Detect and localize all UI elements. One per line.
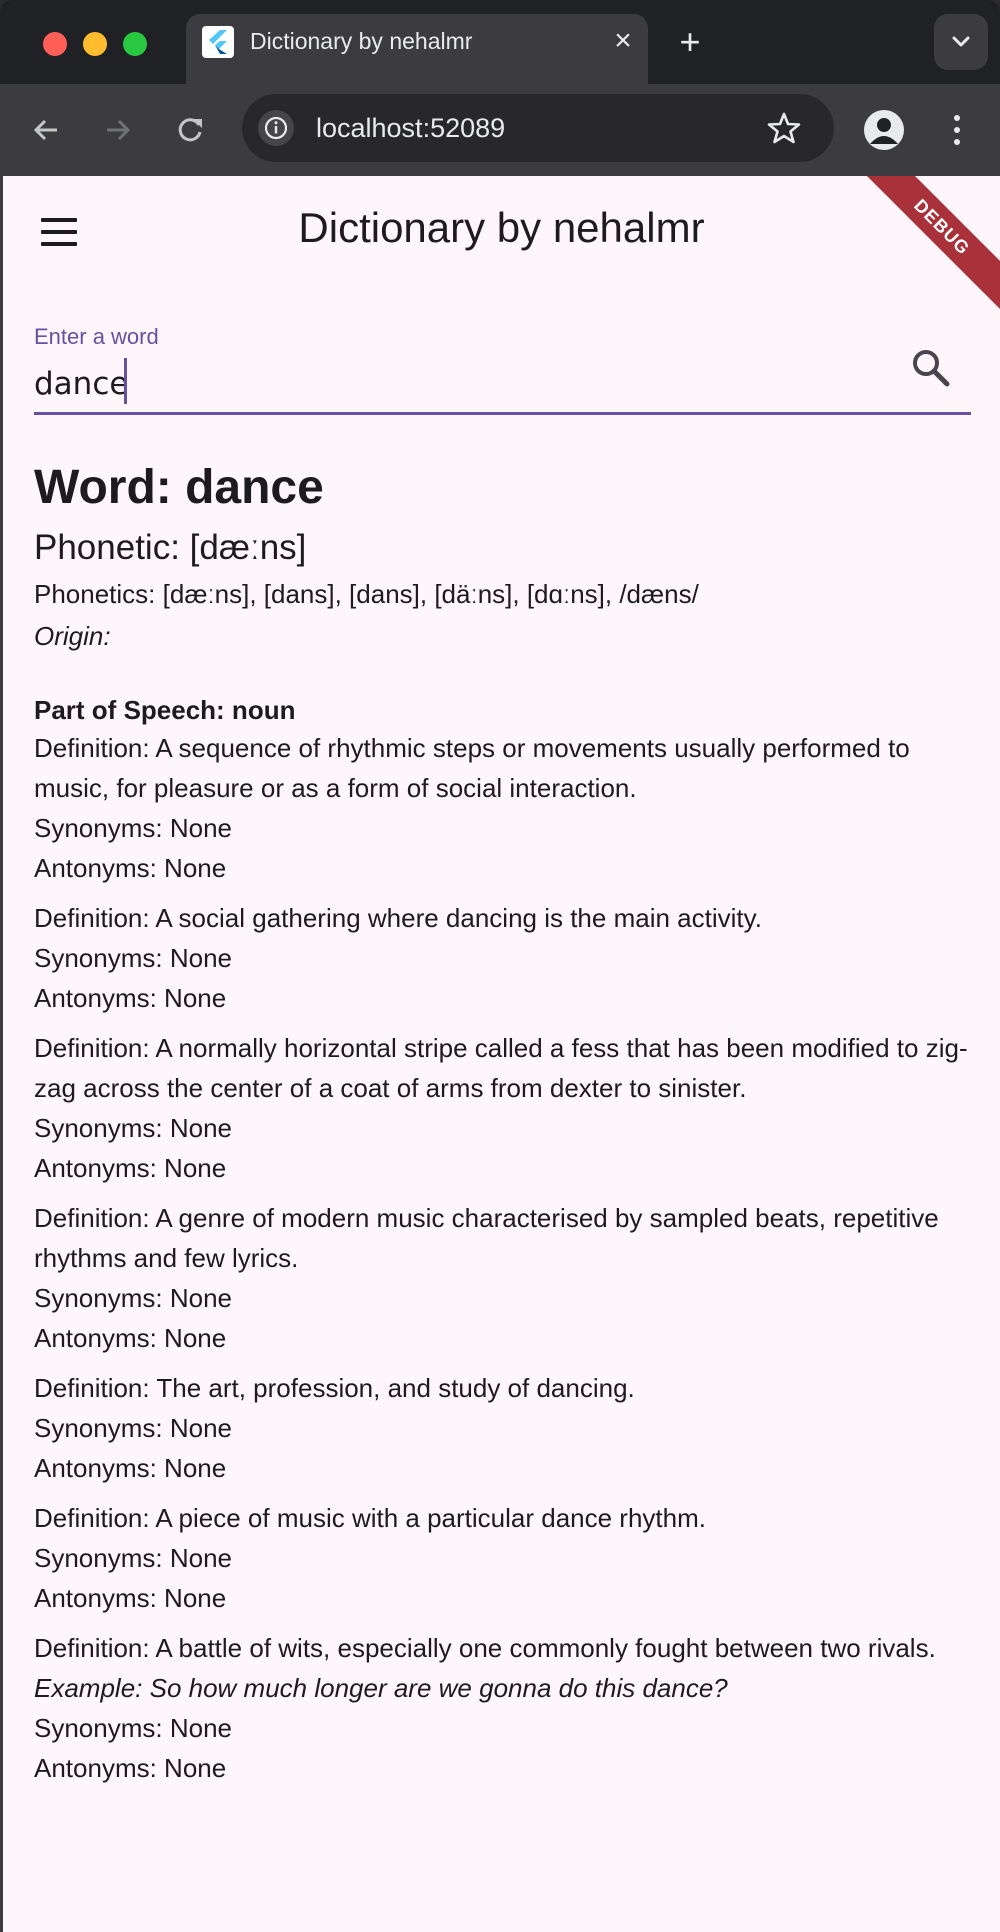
antonyms-text: Antonyms: None — [34, 853, 227, 883]
star-icon — [767, 112, 801, 144]
close-window-button[interactable] — [43, 32, 67, 56]
phonetics-list: Phonetics: [dæːns], [dans], [dans], [däː… — [34, 579, 699, 609]
search-field-label: Enter a word — [34, 324, 159, 349]
antonyms-text: Antonyms: None — [34, 983, 227, 1013]
definition-text: Definition: A normally horizontal stripe… — [34, 1033, 968, 1103]
new-tab-button[interactable]: + — [672, 20, 708, 64]
synonyms-text: Synonyms: None — [34, 813, 232, 843]
bookmark-star-button[interactable] — [766, 110, 802, 146]
profile-button[interactable] — [864, 110, 904, 150]
tab-search-button[interactable] — [934, 14, 988, 70]
origin-text: Origin: — [34, 621, 111, 651]
text-cursor — [124, 358, 127, 404]
synonyms-text: Synonyms: None — [34, 1413, 232, 1443]
definition-text: Definition: The art, profession, and stu… — [34, 1373, 635, 1403]
word-heading: Word: dance — [34, 461, 324, 514]
definition-text: Definition: A genre of modern music char… — [34, 1203, 939, 1273]
zoom-window-button[interactable] — [123, 32, 147, 56]
part-of-speech: Part of Speech: noun — [34, 695, 296, 725]
back-button[interactable] — [24, 108, 68, 152]
antonyms-text: Antonyms: None — [34, 1583, 227, 1613]
meaning-item: Definition: A normally horizontal stripe… — [34, 1028, 974, 1188]
meaning-item: Definition: A battle of wits, especially… — [34, 1628, 974, 1788]
meaning-item: Definition: A piece of music with a part… — [34, 1498, 974, 1618]
definition-text: Definition: A piece of music with a part… — [34, 1503, 706, 1533]
minimize-window-button[interactable] — [83, 32, 107, 56]
word-search-input[interactable] — [34, 362, 874, 406]
phonetic-text: Phonetic: [dæːns] — [34, 528, 307, 567]
search-field-underline — [34, 412, 971, 415]
browser-menu-button[interactable] — [945, 108, 969, 152]
synonyms-text: Synonyms: None — [34, 1543, 232, 1573]
flutter-favicon-icon — [202, 26, 234, 58]
reload-button[interactable] — [168, 108, 212, 152]
meaning-item: Definition: A social gathering where dan… — [34, 898, 974, 1018]
browser-tab-active[interactable]: Dictionary by nehalmr × — [186, 14, 648, 84]
site-info-button[interactable] — [258, 110, 294, 146]
forward-button[interactable] — [96, 108, 140, 152]
url-text[interactable]: localhost:52089 — [316, 113, 505, 144]
address-bar[interactable]: localhost:52089 — [242, 94, 834, 162]
definition-results: Word: dance Phonetic: [dæːns] Phonetics:… — [34, 456, 974, 1798]
antonyms-text: Antonyms: None — [34, 1753, 227, 1783]
synonyms-text: Synonyms: None — [34, 943, 232, 973]
back-arrow-icon — [33, 119, 57, 141]
definition-text: Definition: A battle of wits, especially… — [34, 1633, 936, 1663]
example-text: Example: So how much longer are we gonna… — [34, 1673, 728, 1703]
antonyms-text: Antonyms: None — [34, 1153, 227, 1183]
synonyms-text: Synonyms: None — [34, 1113, 232, 1143]
browser-toolbar: localhost:52089 — [0, 84, 1000, 176]
search-button[interactable] — [907, 344, 955, 392]
meaning-item: Definition: The art, profession, and stu… — [34, 1368, 974, 1488]
tab-title: Dictionary by nehalmr — [250, 28, 473, 54]
meaning-item: Definition: A sequence of rhythmic steps… — [34, 728, 974, 888]
tab-strip: Dictionary by nehalmr × + — [0, 0, 1000, 84]
info-icon — [264, 116, 288, 140]
definition-text: Definition: A social gathering where dan… — [34, 903, 762, 933]
antonyms-text: Antonyms: None — [34, 1323, 227, 1353]
synonyms-text: Synonyms: None — [34, 1713, 232, 1743]
definition-text: Definition: A sequence of rhythmic steps… — [34, 733, 910, 803]
antonyms-text: Antonyms: None — [34, 1453, 227, 1483]
kebab-menu-icon — [954, 115, 960, 145]
browser-window: Dictionary by nehalmr × + localhost:5208… — [0, 0, 1000, 1932]
meaning-item: Definition: A genre of modern music char… — [34, 1198, 974, 1358]
forward-arrow-icon — [107, 119, 131, 141]
app-page: DEBUG Dictionary by nehalmr Enter a word… — [3, 176, 1000, 1932]
reload-icon — [178, 118, 202, 142]
profile-icon — [870, 118, 898, 144]
app-bar-title: Dictionary by nehalmr — [298, 204, 705, 251]
search-icon — [913, 350, 950, 387]
chevron-down-icon — [952, 36, 970, 47]
tab-close-button[interactable]: × — [606, 24, 640, 58]
synonyms-text: Synonyms: None — [34, 1283, 232, 1313]
